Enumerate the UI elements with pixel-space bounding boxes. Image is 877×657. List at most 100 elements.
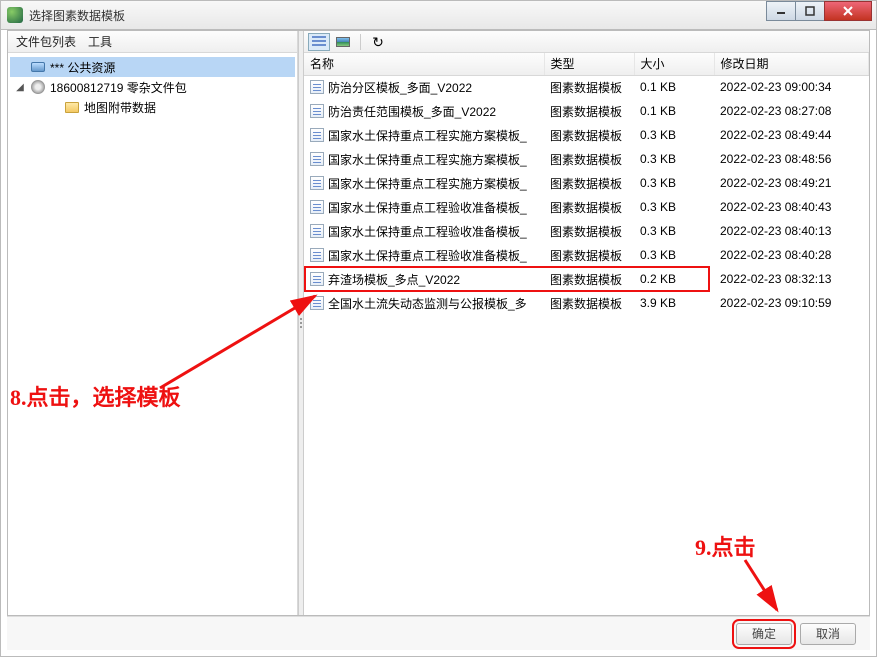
file-type: 图素数据模板 (544, 291, 634, 315)
table-row[interactable]: 国家水土保持重点工程实施方案模板_ 图素数据模板0.3 KB2022-02-23 … (304, 171, 869, 195)
file-name: 防治分区模板_多面_V2022 (328, 79, 472, 96)
file-table-wrap: 名称 类型 大小 修改日期 防治分区模板_多面_V2022图素数据模板0.1 K… (304, 53, 869, 615)
file-mtime: 2022-02-23 08:27:08 (714, 99, 869, 123)
table-row[interactable]: 防治责任范围模板_多面_V2022 图素数据模板0.1 KB2022-02-23 … (304, 99, 869, 123)
col-name[interactable]: 名称 (304, 53, 544, 75)
folder-icon (64, 99, 80, 115)
file-name: 国家水土保持重点工程实施方案模板_ (328, 175, 527, 192)
thumbnail-icon (336, 37, 350, 47)
file-type: 图素数据模板 (544, 195, 634, 219)
titlebar: 选择图素数据模板 (0, 0, 877, 30)
tree-item[interactable]: ◢ 18600812719 零杂文件包 (10, 77, 295, 97)
table-row[interactable]: 防治分区模板_多面_V2022 图素数据模板0.1 KB2022-02-23 09… (304, 75, 869, 99)
view-thumb-button[interactable] (332, 33, 354, 51)
file-size: 0.3 KB (634, 195, 714, 219)
file-icon (310, 176, 324, 190)
tree-view[interactable]: *** 公共资源 ◢ 18600812719 零杂文件包地图附带数据 (8, 53, 297, 615)
file-icon (310, 128, 324, 142)
table-row[interactable]: 国家水土保持重点工程验收准备模板_ 图素数据模板0.3 KB2022-02-23 … (304, 219, 869, 243)
tree-item-label: 地图附带数据 (84, 99, 156, 116)
file-name: 国家水土保持重点工程实施方案模板_ (328, 151, 527, 168)
file-type: 图素数据模板 (544, 123, 634, 147)
table-row[interactable]: 弃渣场模板_多点_V2022 图素数据模板0.2 KB2022-02-23 08:… (304, 267, 869, 291)
file-type: 图素数据模板 (544, 147, 634, 171)
file-mtime: 2022-02-23 09:00:34 (714, 75, 869, 99)
file-size: 0.3 KB (634, 123, 714, 147)
file-icon (310, 152, 324, 166)
file-name: 国家水土保持重点工程验收准备模板_ (328, 247, 527, 264)
menu-tools[interactable]: 工具 (88, 33, 112, 50)
table-row[interactable]: 国家水土保持重点工程验收准备模板_ 图素数据模板0.3 KB2022-02-23 … (304, 195, 869, 219)
file-size: 0.3 KB (634, 171, 714, 195)
table-row[interactable]: 全国水土流失动态监测与公报模板_多图素数据模板3.9 KB2022-02-23 … (304, 291, 869, 315)
cancel-button[interactable]: 取消 (800, 623, 856, 645)
col-type[interactable]: 类型 (544, 53, 634, 75)
tree-item-label: 18600812719 零杂文件包 (50, 79, 187, 96)
file-type: 图素数据模板 (544, 75, 634, 99)
list-icon (312, 36, 326, 48)
ok-button[interactable]: 确定 (736, 623, 792, 645)
app-icon (7, 7, 23, 23)
file-size: 0.3 KB (634, 147, 714, 171)
window-title: 选择图素数据模板 (29, 7, 876, 24)
disc-icon (30, 79, 46, 95)
file-mtime: 2022-02-23 08:40:13 (714, 219, 869, 243)
window-buttons (767, 1, 872, 21)
file-size: 0.3 KB (634, 219, 714, 243)
file-icon (310, 104, 324, 118)
tree-item[interactable]: *** 公共资源 (10, 57, 295, 77)
file-mtime: 2022-02-23 08:49:21 (714, 171, 869, 195)
refresh-icon: ↻ (372, 35, 384, 49)
footer: 确定 取消 (7, 616, 870, 650)
file-size: 0.3 KB (634, 243, 714, 267)
table-row[interactable]: 国家水土保持重点工程实施方案模板_ 图素数据模板0.3 KB2022-02-23 … (304, 123, 869, 147)
left-panel: 文件包列表 工具 *** 公共资源 ◢ 18600812719 零杂文件包地图附带数… (8, 31, 298, 615)
right-panel: ↻ 名称 类型 大小 修改日期 防治分区模板_多面_V2022图素数据模板0.1… (304, 31, 869, 615)
file-icon (310, 248, 324, 262)
file-type: 图素数据模板 (544, 171, 634, 195)
file-icon (310, 200, 324, 214)
file-name: 全国水土流失动态监测与公报模板_多 (328, 295, 527, 312)
table-row[interactable]: 国家水土保持重点工程验收准备模板_ 图素数据模板0.3 KB2022-02-23 … (304, 243, 869, 267)
maximize-button[interactable] (795, 1, 825, 21)
menu-pkg-list[interactable]: 文件包列表 (16, 33, 76, 50)
tree-item-label: *** 公共资源 (50, 59, 115, 76)
view-list-button[interactable] (308, 33, 330, 51)
col-size[interactable]: 大小 (634, 53, 714, 75)
file-mtime: 2022-02-23 08:40:43 (714, 195, 869, 219)
file-icon (310, 224, 324, 238)
file-icon (310, 296, 324, 310)
col-mtime[interactable]: 修改日期 (714, 53, 869, 75)
file-name: 弃渣场模板_多点_V2022 (328, 271, 460, 288)
file-icon (310, 272, 324, 286)
file-type: 图素数据模板 (544, 267, 634, 291)
file-size: 0.1 KB (634, 99, 714, 123)
file-name: 国家水土保持重点工程验收准备模板_ (328, 223, 527, 240)
tree-expander-icon[interactable]: ◢ (14, 82, 26, 93)
file-name: 国家水土保持重点工程实施方案模板_ (328, 127, 527, 144)
file-type: 图素数据模板 (544, 243, 634, 267)
file-mtime: 2022-02-23 08:40:28 (714, 243, 869, 267)
file-mtime: 2022-02-23 08:32:13 (714, 267, 869, 291)
monitor-icon (30, 59, 46, 75)
file-size: 0.1 KB (634, 75, 714, 99)
file-table: 名称 类型 大小 修改日期 防治分区模板_多面_V2022图素数据模板0.1 K… (304, 53, 869, 315)
file-type: 图素数据模板 (544, 99, 634, 123)
toolbar-separator (360, 34, 361, 50)
file-mtime: 2022-02-23 08:49:44 (714, 123, 869, 147)
tree-item[interactable]: 地图附带数据 (10, 97, 295, 117)
table-row[interactable]: 国家水土保持重点工程实施方案模板_ 图素数据模板0.3 KB2022-02-23 … (304, 147, 869, 171)
left-menu: 文件包列表 工具 (8, 31, 297, 53)
close-button[interactable] (824, 1, 872, 21)
file-size: 0.2 KB (634, 267, 714, 291)
file-name: 国家水土保持重点工程验收准备模板_ (328, 199, 527, 216)
refresh-button[interactable]: ↻ (367, 33, 389, 51)
right-toolbar: ↻ (304, 31, 869, 53)
file-name: 防治责任范围模板_多面_V2022 (328, 103, 496, 120)
file-mtime: 2022-02-23 09:10:59 (714, 291, 869, 315)
minimize-button[interactable] (766, 1, 796, 21)
file-type: 图素数据模板 (544, 219, 634, 243)
file-size: 3.9 KB (634, 291, 714, 315)
file-icon (310, 80, 324, 94)
file-mtime: 2022-02-23 08:48:56 (714, 147, 869, 171)
